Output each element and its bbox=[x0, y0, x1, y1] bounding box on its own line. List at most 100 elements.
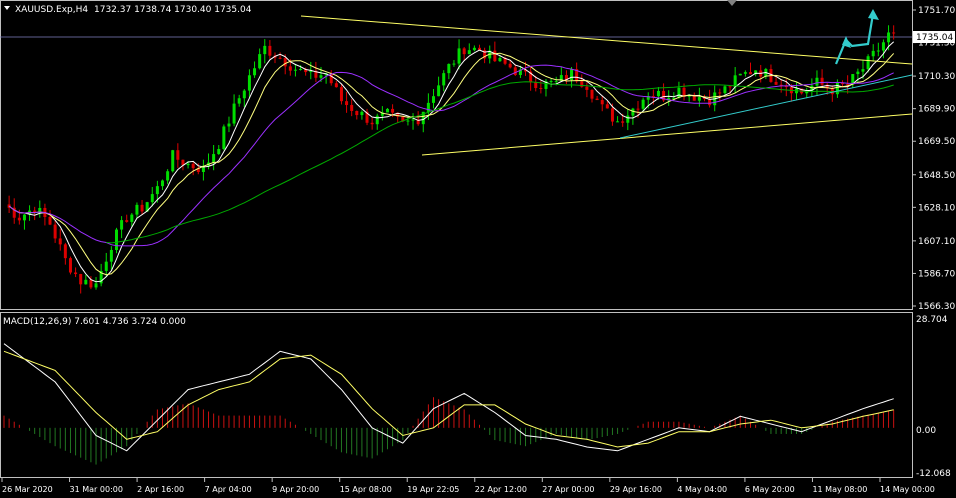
candle-body bbox=[237, 98, 241, 104]
candle-body bbox=[268, 45, 272, 56]
price-tick-label: 1586.70 bbox=[918, 269, 955, 279]
candle-body bbox=[723, 86, 727, 94]
candle-body bbox=[227, 123, 231, 127]
descending-trendline bbox=[300, 15, 913, 65]
candle-body bbox=[728, 86, 732, 88]
candle-body bbox=[457, 48, 461, 64]
time-tick-label: 4 May 04:00 bbox=[677, 485, 727, 494]
candle-body bbox=[68, 258, 72, 273]
time-axis: 26 Mar 2020 31 Mar 00:00 2 Apr 16:00 7 Apr … bbox=[1, 478, 935, 494]
candle-body bbox=[84, 279, 88, 285]
candle-body bbox=[253, 68, 257, 76]
price-tick-label: 1669.50 bbox=[918, 137, 955, 147]
candle-body bbox=[130, 214, 134, 222]
macd-panel-frame bbox=[0, 312, 913, 478]
candle-body bbox=[887, 32, 891, 43]
current-price-label: 1735.04 bbox=[916, 33, 953, 43]
price-tick-label: 1751.70 bbox=[918, 6, 955, 16]
ascending-trendline bbox=[421, 113, 913, 156]
candle-body bbox=[375, 115, 379, 125]
candle-body bbox=[242, 90, 246, 99]
candle-body bbox=[892, 32, 896, 34]
price-tick-label: 1566.30 bbox=[918, 302, 955, 312]
candle-body bbox=[426, 102, 430, 112]
candle-body bbox=[293, 69, 297, 71]
candle-body bbox=[74, 272, 78, 275]
candle-body bbox=[570, 69, 574, 81]
candle-body bbox=[63, 244, 67, 259]
candle-body bbox=[94, 283, 98, 288]
candle-body bbox=[161, 180, 165, 187]
candle-body bbox=[820, 77, 824, 85]
candle-body bbox=[472, 47, 476, 51]
price-tick-label: 1607.10 bbox=[918, 237, 955, 247]
candle-body bbox=[626, 115, 630, 123]
candle-body bbox=[452, 63, 456, 65]
time-tick-label: 2 Apr 16:00 bbox=[137, 485, 184, 494]
price-tick-label: 1689.90 bbox=[918, 105, 955, 115]
candle-body bbox=[641, 99, 645, 109]
candle-body bbox=[217, 149, 221, 155]
candle-body bbox=[140, 204, 144, 212]
candle-body bbox=[881, 42, 885, 51]
time-tick-label: 6 May 20:00 bbox=[745, 485, 795, 494]
candle-body bbox=[22, 214, 26, 221]
candle-body bbox=[385, 108, 389, 113]
candle-body bbox=[355, 110, 359, 116]
candle-body bbox=[595, 98, 599, 101]
candle-body bbox=[212, 154, 216, 163]
candle-body bbox=[677, 87, 681, 98]
candle-body bbox=[621, 121, 625, 123]
candle-body bbox=[155, 186, 159, 195]
candle-body bbox=[263, 45, 267, 55]
candle-body bbox=[222, 126, 226, 150]
candle-body bbox=[656, 90, 660, 97]
dropdown-arrow-icon[interactable] bbox=[4, 6, 10, 10]
candle-body bbox=[636, 108, 640, 110]
time-tick-label: 22 Apr 12:00 bbox=[475, 485, 527, 494]
ma-long-line bbox=[106, 81, 894, 244]
candle-body bbox=[871, 50, 875, 57]
time-tick-label: 29 Apr 16:00 bbox=[610, 485, 662, 494]
candle-body bbox=[876, 50, 880, 52]
macd-group bbox=[3, 343, 895, 465]
time-tick-label: 14 May 00:00 bbox=[880, 485, 935, 494]
price-tick-label: 1648.50 bbox=[918, 171, 955, 181]
candle-body bbox=[431, 96, 435, 103]
trading-chart[interactable]: XAUUSD.Exp,H4 1732.37 1738.74 1730.40 17… bbox=[0, 0, 956, 498]
candle-body bbox=[743, 72, 747, 74]
candle-body bbox=[815, 77, 819, 86]
trendlines-group bbox=[300, 9, 913, 156]
candle-body bbox=[58, 238, 62, 245]
macd-tick-zero: 0.00 bbox=[916, 426, 936, 436]
candle-body bbox=[166, 171, 170, 181]
candle-body bbox=[442, 73, 446, 86]
price-panel-frame bbox=[0, 0, 913, 310]
price-axis: 1751.701731.301710.301689.901669.501648.… bbox=[912, 6, 955, 312]
time-tick-label: 9 Apr 20:00 bbox=[272, 485, 319, 494]
candle-body bbox=[590, 89, 594, 99]
candle-body bbox=[345, 101, 349, 106]
candle-body bbox=[104, 261, 108, 271]
candle-body bbox=[462, 48, 466, 55]
candle-body bbox=[738, 73, 742, 76]
candle-body bbox=[283, 58, 287, 67]
candle-body bbox=[171, 150, 175, 172]
candle-body bbox=[539, 87, 543, 89]
candle-body bbox=[125, 220, 129, 222]
candle-body bbox=[513, 67, 517, 75]
candle-body bbox=[53, 224, 57, 239]
candle-body bbox=[176, 150, 180, 160]
candle-body bbox=[616, 121, 620, 123]
candle-body bbox=[549, 80, 553, 82]
candle-body bbox=[150, 194, 154, 203]
candle-body bbox=[247, 75, 251, 91]
ma-mid-line bbox=[8, 52, 895, 276]
candle-body bbox=[186, 163, 190, 166]
candle-body bbox=[79, 274, 83, 285]
shift-marker-icon[interactable] bbox=[727, 0, 737, 6]
ma-slow-line bbox=[8, 64, 894, 247]
candle-body bbox=[534, 82, 538, 88]
time-tick-label: 31 Mar 00:00 bbox=[70, 485, 123, 494]
candle-body bbox=[437, 85, 441, 97]
